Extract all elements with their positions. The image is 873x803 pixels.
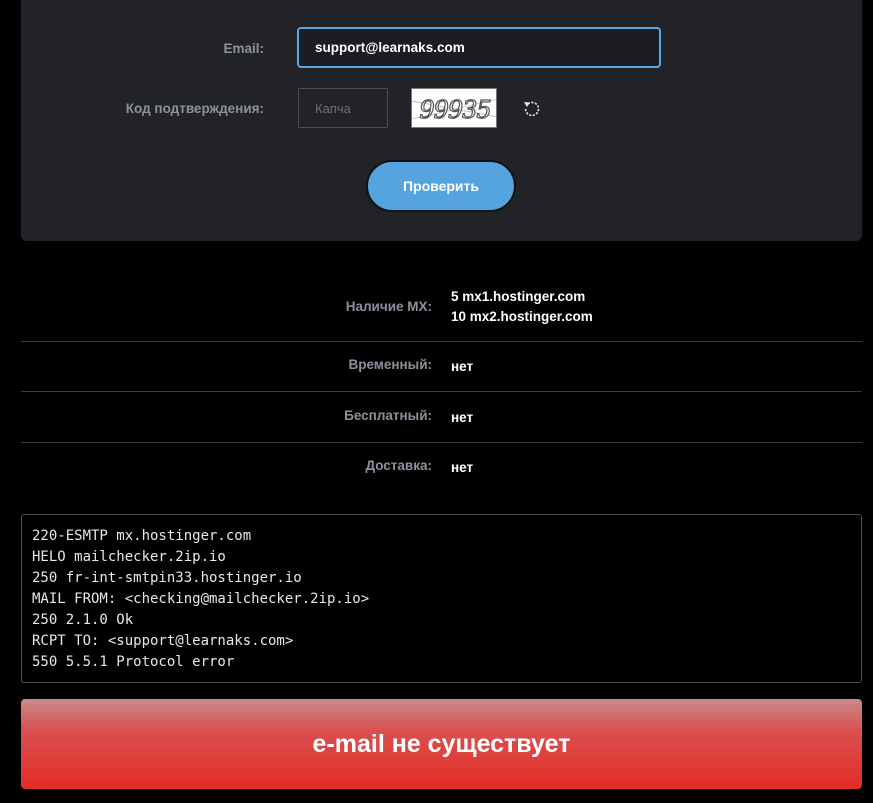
mx-values: 5 mx1.hostinger.com 10 mx2.hostinger.com bbox=[451, 287, 593, 327]
log-line: 550 5.5.1 Protocol error bbox=[32, 654, 235, 670]
result-banner: e-mail не существует bbox=[21, 699, 862, 789]
log-line: 250 fr-int-smtpin33.hostinger.io bbox=[32, 570, 302, 586]
divider bbox=[21, 442, 862, 443]
email-label: Email: bbox=[223, 41, 264, 56]
refresh-icon[interactable] bbox=[521, 98, 543, 120]
divider bbox=[21, 341, 862, 342]
captcha-image: 99935 bbox=[411, 88, 497, 128]
smtp-log: 220-ESMTP mx.hostinger.com HELO mailchec… bbox=[21, 514, 862, 683]
captcha-input[interactable] bbox=[298, 88, 388, 128]
log-line: HELO mailchecker.2ip.io bbox=[32, 549, 226, 565]
check-form: Email: Код подтверждения: 99935 Проверит… bbox=[21, 0, 862, 241]
free-label: Бесплатный: bbox=[344, 408, 432, 423]
log-line: 220-ESMTP mx.hostinger.com bbox=[32, 528, 252, 544]
log-line: 250 2.1.0 Ok bbox=[32, 612, 134, 628]
captcha-text: 99935 bbox=[419, 96, 490, 124]
result-row-free: Бесплатный: нет bbox=[21, 408, 862, 428]
mx-record: 5 mx1.hostinger.com bbox=[451, 289, 586, 304]
mx-label: Наличие MX: bbox=[345, 299, 432, 314]
delivery-label: Доставка: bbox=[365, 458, 432, 473]
result-text: e-mail не существует bbox=[312, 729, 571, 758]
result-row-temporary: Временный: нет bbox=[21, 357, 862, 377]
result-row-mx: Наличие MX: 5 mx1.hostinger.com 10 mx2.h… bbox=[21, 287, 862, 331]
delivery-value: нет bbox=[451, 460, 474, 475]
email-input[interactable] bbox=[297, 27, 661, 68]
log-line: RCPT TO: <support@learnaks.com> bbox=[32, 633, 294, 649]
check-button[interactable]: Проверить bbox=[366, 160, 516, 212]
mx-record: 10 mx2.hostinger.com bbox=[451, 309, 593, 324]
temporary-value: нет bbox=[451, 359, 474, 374]
divider bbox=[21, 391, 862, 392]
captcha-label: Код подтверждения: bbox=[125, 101, 264, 116]
result-row-delivery: Доставка: нет bbox=[21, 458, 862, 478]
log-line: MAIL FROM: <checking@mailchecker.2ip.io> bbox=[32, 591, 370, 607]
free-value: нет bbox=[451, 410, 474, 425]
temporary-label: Временный: bbox=[348, 357, 432, 372]
